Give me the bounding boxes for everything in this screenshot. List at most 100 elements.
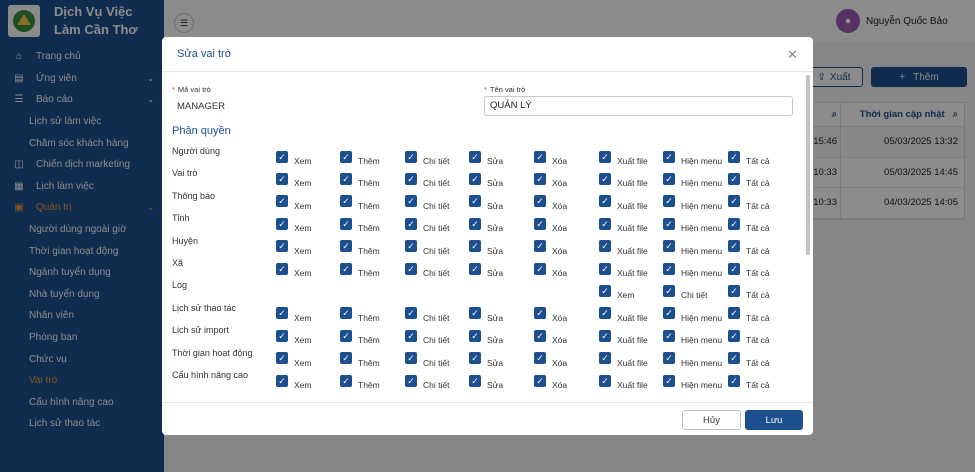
permission-checkbox[interactable]: ✓ Xuất file	[599, 192, 648, 211]
permission-checkbox[interactable]: ✓ Tất cả	[728, 281, 770, 300]
check-icon: ✓	[534, 262, 546, 275]
permission-checkbox[interactable]: ✓ Xóa	[534, 259, 567, 278]
check-icon: ✓	[728, 217, 740, 230]
permission-checkbox[interactable]: ✓ Xuất file	[599, 326, 648, 345]
permission-checkbox[interactable]: ✓ Thêm	[340, 371, 380, 390]
permission-checkbox[interactable]: ✓ Thêm	[340, 326, 380, 345]
permission-checkbox[interactable]: ✓ Xem	[276, 349, 311, 368]
permission-checkbox[interactable]: ✓ Sửa	[469, 192, 503, 211]
permission-checkbox[interactable]: ✓ Tất cả	[728, 349, 770, 368]
permission-checkbox[interactable]: ✓ Xem	[276, 169, 311, 188]
permission-checkbox[interactable]: ✓ Sửa	[469, 259, 503, 278]
permission-label: Chi tiết	[423, 312, 450, 323]
permission-checkbox[interactable]: ✓ Thêm	[340, 147, 380, 166]
permission-checkbox[interactable]: ✓ Sửa	[469, 326, 503, 345]
modal-scrollbar[interactable]	[806, 75, 810, 255]
permission-checkbox[interactable]: ✓ Hiện menu	[663, 304, 722, 323]
permission-checkbox[interactable]: ✓ Chi tiết	[405, 169, 449, 188]
permission-checkbox[interactable]: ✓ Xem	[276, 326, 311, 345]
permission-checkbox[interactable]: ✓ Xuất file	[599, 147, 648, 166]
permission-checkbox[interactable]: ✓ Chi tiết	[405, 259, 449, 278]
permission-checkbox[interactable]: ✓ Tất cả	[728, 147, 770, 166]
permission-checkbox[interactable]: ✓ Hiện menu	[663, 371, 722, 390]
permission-checkbox[interactable]: ✓ Thêm	[340, 169, 380, 188]
permission-checkbox[interactable]: ✓ Xem	[599, 281, 634, 300]
permission-checkbox[interactable]: ✓ Sửa	[469, 214, 503, 233]
permission-checkbox[interactable]: ✓ Tất cả	[728, 169, 770, 188]
save-button[interactable]: Lưu	[745, 410, 803, 430]
permission-checkbox[interactable]: ✓ Xóa	[534, 304, 567, 323]
permission-label: Xóa	[552, 380, 568, 390]
permission-checkbox[interactable]: ✓ Chi tiết	[405, 192, 449, 211]
permission-checkbox[interactable]: ✓ Xuất file	[599, 214, 648, 233]
permission-checkbox[interactable]: ✓ Thêm	[340, 237, 380, 256]
permission-checkbox[interactable]: ✓ Hiện menu	[663, 214, 722, 233]
permission-row: Log ✓ Xem ✓ Chi tiết ✓ Tất cả	[162, 280, 802, 302]
permission-checkbox[interactable]: ✓ Xem	[276, 192, 311, 211]
role-name-input[interactable]: QUẢN LÝ	[484, 96, 793, 116]
permission-checkbox[interactable]: ✓ Sửa	[469, 237, 503, 256]
permission-checkbox[interactable]: ✓ Xóa	[534, 192, 567, 211]
permission-checkbox[interactable]: ✓ Sửa	[469, 349, 503, 368]
permission-checkbox[interactable]: ✓ Xuất file	[599, 169, 648, 188]
permission-checkbox[interactable]: ✓ Sửa	[469, 304, 503, 323]
permission-checkbox[interactable]: ✓ Chi tiết	[405, 349, 449, 368]
permission-checkbox[interactable]: ✓ Tất cả	[728, 326, 770, 345]
permission-label: Hiện menu	[681, 245, 723, 256]
close-icon[interactable]: ✕	[787, 47, 798, 63]
permission-checkbox[interactable]: ✓ Xóa	[534, 349, 567, 368]
cancel-button[interactable]: Hủy	[682, 410, 741, 430]
modal-title: Sửa vai trò	[162, 37, 813, 72]
permission-checkbox[interactable]: ✓ Chi tiết	[405, 237, 449, 256]
permission-checkbox[interactable]: ✓ Hiện menu	[663, 237, 722, 256]
permission-checkbox[interactable]: ✓ Xóa	[534, 169, 567, 188]
permission-checkbox[interactable]: ✓ Xuất file	[599, 259, 648, 278]
permission-checkbox[interactable]: ✓ Thêm	[340, 214, 380, 233]
permission-checkbox[interactable]: ✓ Chi tiết	[405, 214, 449, 233]
permission-checkbox[interactable]: ✓ Xóa	[534, 371, 567, 390]
permission-checkbox[interactable]: ✓ Hiện menu	[663, 147, 722, 166]
permission-checkbox[interactable]: ✓ Thêm	[340, 259, 380, 278]
permission-checkbox[interactable]: ✓ Tất cả	[728, 371, 770, 390]
permission-checkbox[interactable]: ✓ Xuất file	[599, 371, 648, 390]
permission-checkbox[interactable]: ✓ Chi tiết	[405, 304, 449, 323]
permission-checkbox[interactable]: ✓ Chi tiết	[405, 326, 449, 345]
permission-checkbox[interactable]: ✓ Tất cả	[728, 304, 770, 323]
permission-checkbox[interactable]: ✓ Xóa	[534, 147, 567, 166]
permission-checkbox[interactable]: ✓ Xóa	[534, 326, 567, 345]
permission-checkbox[interactable]: ✓ Tất cả	[728, 259, 770, 278]
permission-checkbox[interactable]: ✓ Xem	[276, 237, 311, 256]
permission-label: Sửa	[487, 357, 504, 368]
permission-checkbox[interactable]: ✓ Sửa	[469, 371, 503, 390]
permission-checkbox[interactable]: ✓ Xem	[276, 259, 311, 278]
permission-checkbox[interactable]: ✓ Chi tiết	[663, 281, 707, 300]
permission-checkbox[interactable]: ✓ Hiện menu	[663, 192, 722, 211]
permission-checkbox[interactable]: ✓ Xuất file	[599, 237, 648, 256]
check-icon: ✓	[469, 352, 481, 365]
permission-checkbox[interactable]: ✓ Hiện menu	[663, 169, 722, 188]
check-icon: ✓	[340, 240, 352, 253]
permission-checkbox[interactable]: ✓ Xuất file	[599, 349, 648, 368]
permission-checkbox[interactable]: ✓ Xem	[276, 304, 311, 323]
permission-checkbox[interactable]: ✓ Chi tiết	[405, 371, 449, 390]
permission-checkbox[interactable]: ✓ Tất cả	[728, 237, 770, 256]
permission-checkbox[interactable]: ✓ Hiện menu	[663, 259, 722, 278]
permission-checkbox[interactable]: ✓ Tất cả	[728, 192, 770, 211]
permission-checkbox[interactable]: ✓ Xóa	[534, 237, 567, 256]
permission-checkbox[interactable]: ✓ Xóa	[534, 214, 567, 233]
permission-checkbox[interactable]: ✓ Tất cả	[728, 214, 770, 233]
permission-checkbox[interactable]: ✓ Chi tiết	[405, 147, 449, 166]
permission-name: Vai trò	[172, 168, 198, 179]
permission-checkbox[interactable]: ✓ Thêm	[340, 304, 380, 323]
permission-checkbox[interactable]: ✓ Xem	[276, 371, 311, 390]
permission-checkbox[interactable]: ✓ Hiện menu	[663, 326, 722, 345]
permission-label: Chi tiết	[681, 290, 708, 301]
permission-checkbox[interactable]: ✓ Thêm	[340, 349, 380, 368]
permission-checkbox[interactable]: ✓ Xem	[276, 214, 311, 233]
permission-checkbox[interactable]: ✓ Hiện menu	[663, 349, 722, 368]
permission-checkbox[interactable]: ✓ Thêm	[340, 192, 380, 211]
permission-checkbox[interactable]: ✓ Xem	[276, 147, 311, 166]
permission-checkbox[interactable]: ✓ Sửa	[469, 147, 503, 166]
permission-checkbox[interactable]: ✓ Sửa	[469, 169, 503, 188]
permission-checkbox[interactable]: ✓ Xuất file	[599, 304, 648, 323]
